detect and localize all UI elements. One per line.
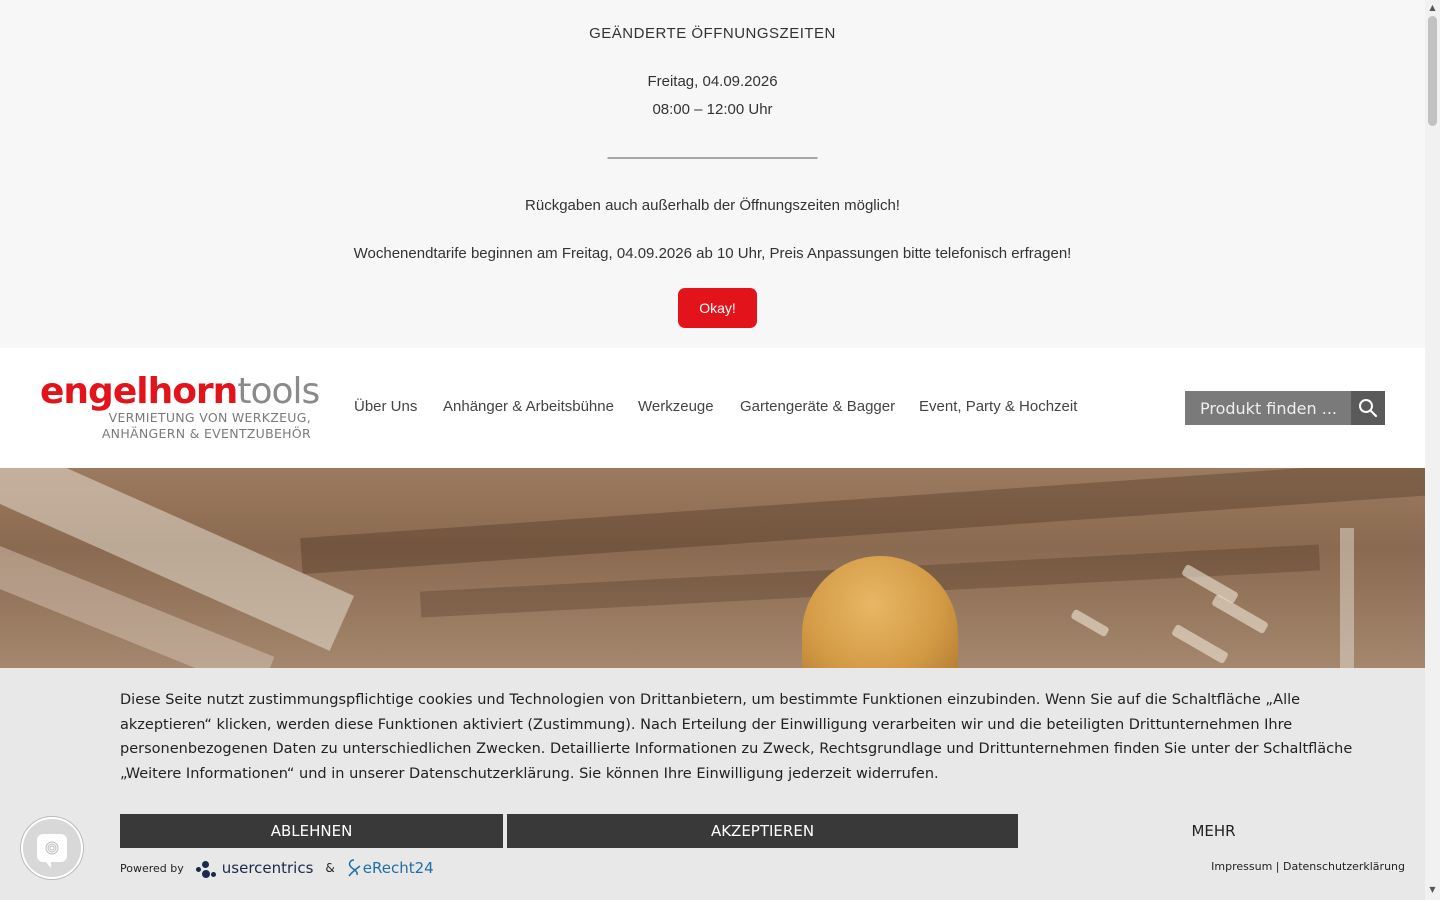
more-button[interactable]: MEHR [1022, 814, 1405, 848]
hero-image [0, 468, 1425, 668]
notice-returns: Rückgaben auch außerhalb der Öffnungszei… [525, 197, 900, 214]
usercentrics-logo[interactable]: usercentrics [195, 858, 314, 878]
logo-part-engelhorn: engelhorn [40, 371, 238, 412]
ampersand: & [325, 861, 335, 875]
legal-divider: | [1275, 860, 1280, 873]
fingerprint-icon [37, 834, 67, 868]
logo-tagline-line1: VERMIETUNG VON WERKZEUG, [108, 410, 311, 425]
usercentrics-dots-icon [195, 858, 218, 878]
logo-tagline-line2: ANHÄNGERN & EVENTZUBEHÖR [101, 426, 311, 441]
impressum-link[interactable]: Impressum [1211, 860, 1272, 873]
notice-title: GEÄNDERTE ÖFFNUNGSZEITEN [589, 25, 836, 42]
logo-tagline: VERMIETUNG VON WERKZEUG, ANHÄNGERN & EVE… [102, 410, 311, 442]
erecht24-label: eRecht24 [362, 859, 434, 877]
erecht24-logo[interactable]: eRecht24 [345, 858, 434, 878]
okay-button[interactable]: Okay! [678, 288, 757, 328]
logo-part-tools: tools [237, 371, 320, 412]
site-logo[interactable]: engelhorntools VERMIETUNG VON WERKZEUG, … [40, 372, 320, 444]
notice-hours: 08:00 – 12:00 Uhr [652, 101, 773, 118]
nav-item-anhaenger[interactable]: Anhänger & Arbeitsbühne [443, 398, 614, 415]
search-icon [1359, 399, 1378, 418]
nav-item-werkzeuge[interactable]: Werkzeuge [638, 398, 714, 415]
privacy-link[interactable]: Datenschutzerklärung [1283, 860, 1405, 873]
scroll-thumb[interactable] [1428, 16, 1437, 126]
legal-links: Impressum | Datenschutzerklärung [1211, 860, 1405, 873]
notice-separator: —————————————— [607, 149, 818, 166]
scroll-down-icon[interactable]: ▼ [1428, 886, 1437, 894]
notice-date: Freitag, 04.09.2026 [647, 73, 778, 90]
cookie-text: Diese Seite nutzt zustimmungspflichtige … [120, 692, 1353, 782]
page-scrollbar[interactable]: ▲ ▼ [1425, 0, 1440, 900]
logo-wordmark: engelhorntools [40, 371, 320, 412]
nav-item-gartengeraete[interactable]: Gartengeräte & Bagger [740, 398, 895, 415]
product-search [1185, 391, 1385, 425]
search-input[interactable] [1185, 391, 1351, 425]
notice-weekend: Wochenendtarife beginnen am Freitag, 04.… [353, 245, 1072, 262]
privacy-settings-button[interactable] [21, 817, 83, 879]
erecht24-icon [348, 859, 361, 877]
usercentrics-label: usercentrics [221, 859, 314, 877]
accept-button[interactable]: AKZEPTIEREN [507, 814, 1018, 848]
scroll-up-icon[interactable]: ▲ [1428, 4, 1437, 12]
nav-item-ueber-uns[interactable]: Über Uns [354, 398, 417, 415]
nav-item-event[interactable]: Event, Party & Hochzeit [919, 398, 1077, 415]
powered-by: Powered by usercentrics & eRecht24 [120, 858, 434, 878]
powered-by-label: Powered by [120, 861, 184, 875]
search-button[interactable] [1351, 391, 1385, 425]
decline-button[interactable]: ABLEHNEN [120, 814, 503, 848]
